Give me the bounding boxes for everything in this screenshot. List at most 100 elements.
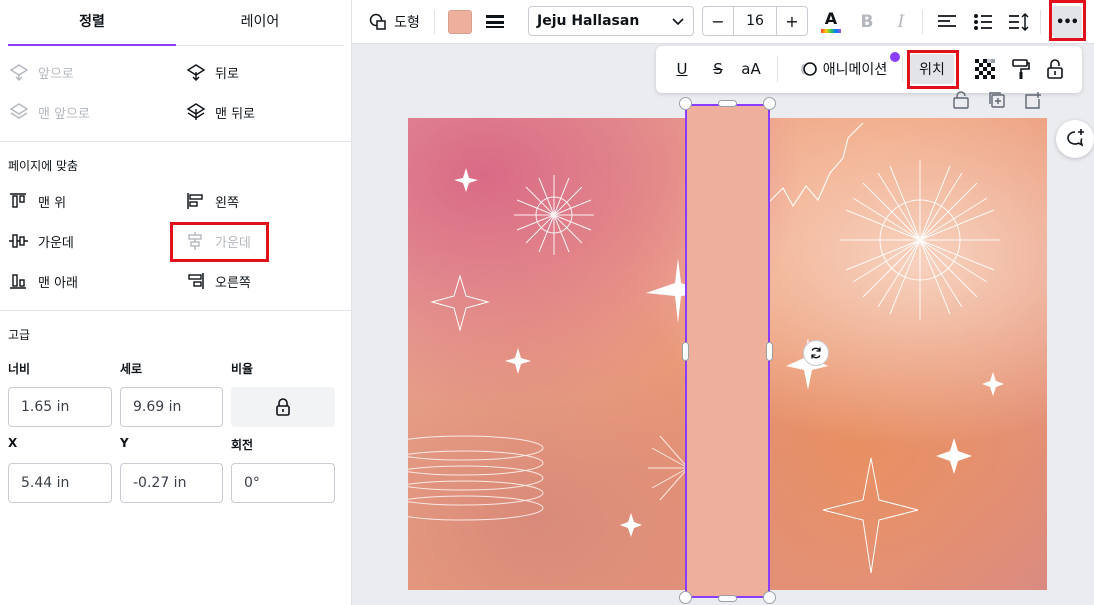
line-spacing-icon (1009, 12, 1029, 32)
tab-arrange[interactable]: 정렬 (8, 0, 176, 46)
forward-label: 앞으로 (38, 66, 74, 82)
align-top-button[interactable]: 맨 위 (8, 189, 66, 213)
more-options-button[interactable]: ••• (1052, 6, 1082, 38)
resize-handle-bottom-left[interactable] (679, 591, 692, 604)
advanced-section-title: 고급 (8, 328, 31, 342)
resize-handle-bottom-right[interactable] (763, 591, 776, 604)
position-button[interactable]: 위치 (910, 54, 954, 84)
unlock-icon (1047, 59, 1063, 79)
tab-layers[interactable]: 레이어 (176, 0, 344, 46)
sunburst-icon (648, 435, 689, 501)
lock-icon (276, 398, 290, 416)
align-bottom-button[interactable]: 맨 아래 (8, 269, 78, 293)
backward-label: 뒤로 (215, 66, 239, 82)
to-back-label: 맨 뒤로 (215, 106, 256, 122)
align-right-button[interactable]: 오른쪽 (185, 269, 251, 293)
fill-color-button[interactable] (447, 6, 473, 38)
italic-button[interactable]: I (888, 6, 914, 38)
underline-button[interactable]: U (670, 54, 694, 84)
align-middle-label: 가운데 (38, 235, 74, 251)
shape-label: 도형 (394, 15, 420, 31)
shape-icon (369, 13, 386, 30)
add-page-icon[interactable] (1023, 91, 1043, 109)
text-align-button[interactable] (934, 6, 960, 38)
resize-handle-top-right[interactable] (763, 97, 776, 110)
toolbar-divider (922, 10, 923, 34)
align-top-label: 맨 위 (38, 195, 67, 211)
backward-button[interactable]: 뒤로 (185, 60, 239, 84)
height-input[interactable]: 9.69 in (120, 387, 223, 427)
chevron-down-icon (672, 18, 684, 26)
add-comment-button[interactable] (1056, 120, 1094, 158)
font-family-value: Jeju Hallasan (537, 13, 640, 29)
ratio-lock-button[interactable] (231, 387, 335, 427)
rotate-icon (811, 347, 821, 359)
spacing-button[interactable] (1006, 6, 1032, 38)
align-center-label: 가운데 (215, 235, 251, 251)
resize-handle-left[interactable] (682, 342, 689, 361)
font-family-select[interactable]: Jeju Hallasan (528, 6, 694, 36)
animate-button[interactable]: 애니메이션 (788, 52, 900, 84)
transparency-button[interactable] (972, 54, 998, 84)
comment-plus-icon (1067, 129, 1084, 147)
resize-handle-top-left[interactable] (679, 97, 692, 110)
toolbar-divider (1040, 10, 1041, 34)
to-front-button[interactable]: 맨 앞으로 (8, 100, 90, 124)
list-button[interactable] (970, 6, 996, 38)
sparkle-outline-icon (430, 274, 919, 574)
font-size-decrease-button[interactable]: − (703, 7, 734, 35)
resize-handle-right[interactable] (766, 342, 773, 361)
resize-handle-top[interactable] (718, 100, 737, 107)
align-middle-button[interactable]: 가운데 (8, 229, 74, 253)
toolbar-divider (434, 10, 435, 34)
align-left-button[interactable]: 왼쪽 (185, 189, 239, 213)
rainbow-bar-icon (821, 29, 841, 33)
resize-handle-bottom[interactable] (718, 595, 737, 602)
rotation-input[interactable]: 0° (231, 463, 335, 503)
align-right-icon (188, 273, 204, 289)
panel-tabs: 정렬 레이어 (8, 0, 344, 46)
strikethrough-button[interactable]: S (706, 54, 730, 84)
forward-button[interactable]: 앞으로 (8, 60, 74, 84)
rings-decoration (408, 435, 544, 521)
divider (0, 141, 352, 142)
transparency-icon (975, 59, 995, 79)
align-bottom-icon (10, 274, 26, 289)
rotate-button[interactable] (803, 340, 829, 366)
width-input[interactable]: 1.65 in (8, 387, 112, 427)
list-icon (974, 14, 992, 30)
lock-element-button[interactable] (1042, 54, 1068, 84)
case-button[interactable]: aA (736, 54, 766, 84)
to-back-icon (186, 103, 206, 120)
zigzag-decoration (767, 122, 864, 208)
fill-color-swatch (448, 10, 472, 34)
backward-icon (186, 64, 206, 81)
sunburst-icon (514, 175, 594, 255)
x-label: X (8, 436, 18, 450)
bold-button[interactable]: B (854, 6, 880, 38)
sunburst-icon (840, 160, 1000, 320)
x-input[interactable]: 5.44 in (8, 463, 112, 503)
shape-button[interactable]: 도형 (364, 6, 424, 38)
border-style-button[interactable] (482, 6, 508, 38)
rotation-label: 회전 (231, 438, 254, 452)
lock-page-icon[interactable] (951, 91, 971, 109)
to-back-button[interactable]: 맨 뒤로 (185, 100, 255, 124)
font-size-increase-button[interactable]: + (776, 7, 807, 35)
duplicate-page-icon[interactable] (987, 91, 1007, 109)
selected-rectangle-shape[interactable] (685, 104, 770, 598)
text-color-letter: A (824, 9, 838, 28)
text-color-button[interactable]: A (818, 6, 844, 38)
ratio-label: 비율 (231, 362, 254, 376)
align-center-icon (188, 232, 202, 250)
align-left-icon (187, 193, 203, 209)
width-label: 너비 (8, 362, 31, 376)
toolbar-divider (777, 56, 778, 82)
align-center-button[interactable]: 가운데 (185, 229, 251, 253)
font-size-input[interactable]: 16 (734, 7, 776, 35)
y-label: Y (120, 436, 129, 450)
y-input[interactable]: -0.27 in (120, 463, 223, 503)
editor-toolbar: 도형 Jeju Hallasan − 16 + A B I ••• (352, 0, 1094, 44)
divider (0, 310, 352, 311)
copy-style-button[interactable] (1008, 54, 1034, 84)
